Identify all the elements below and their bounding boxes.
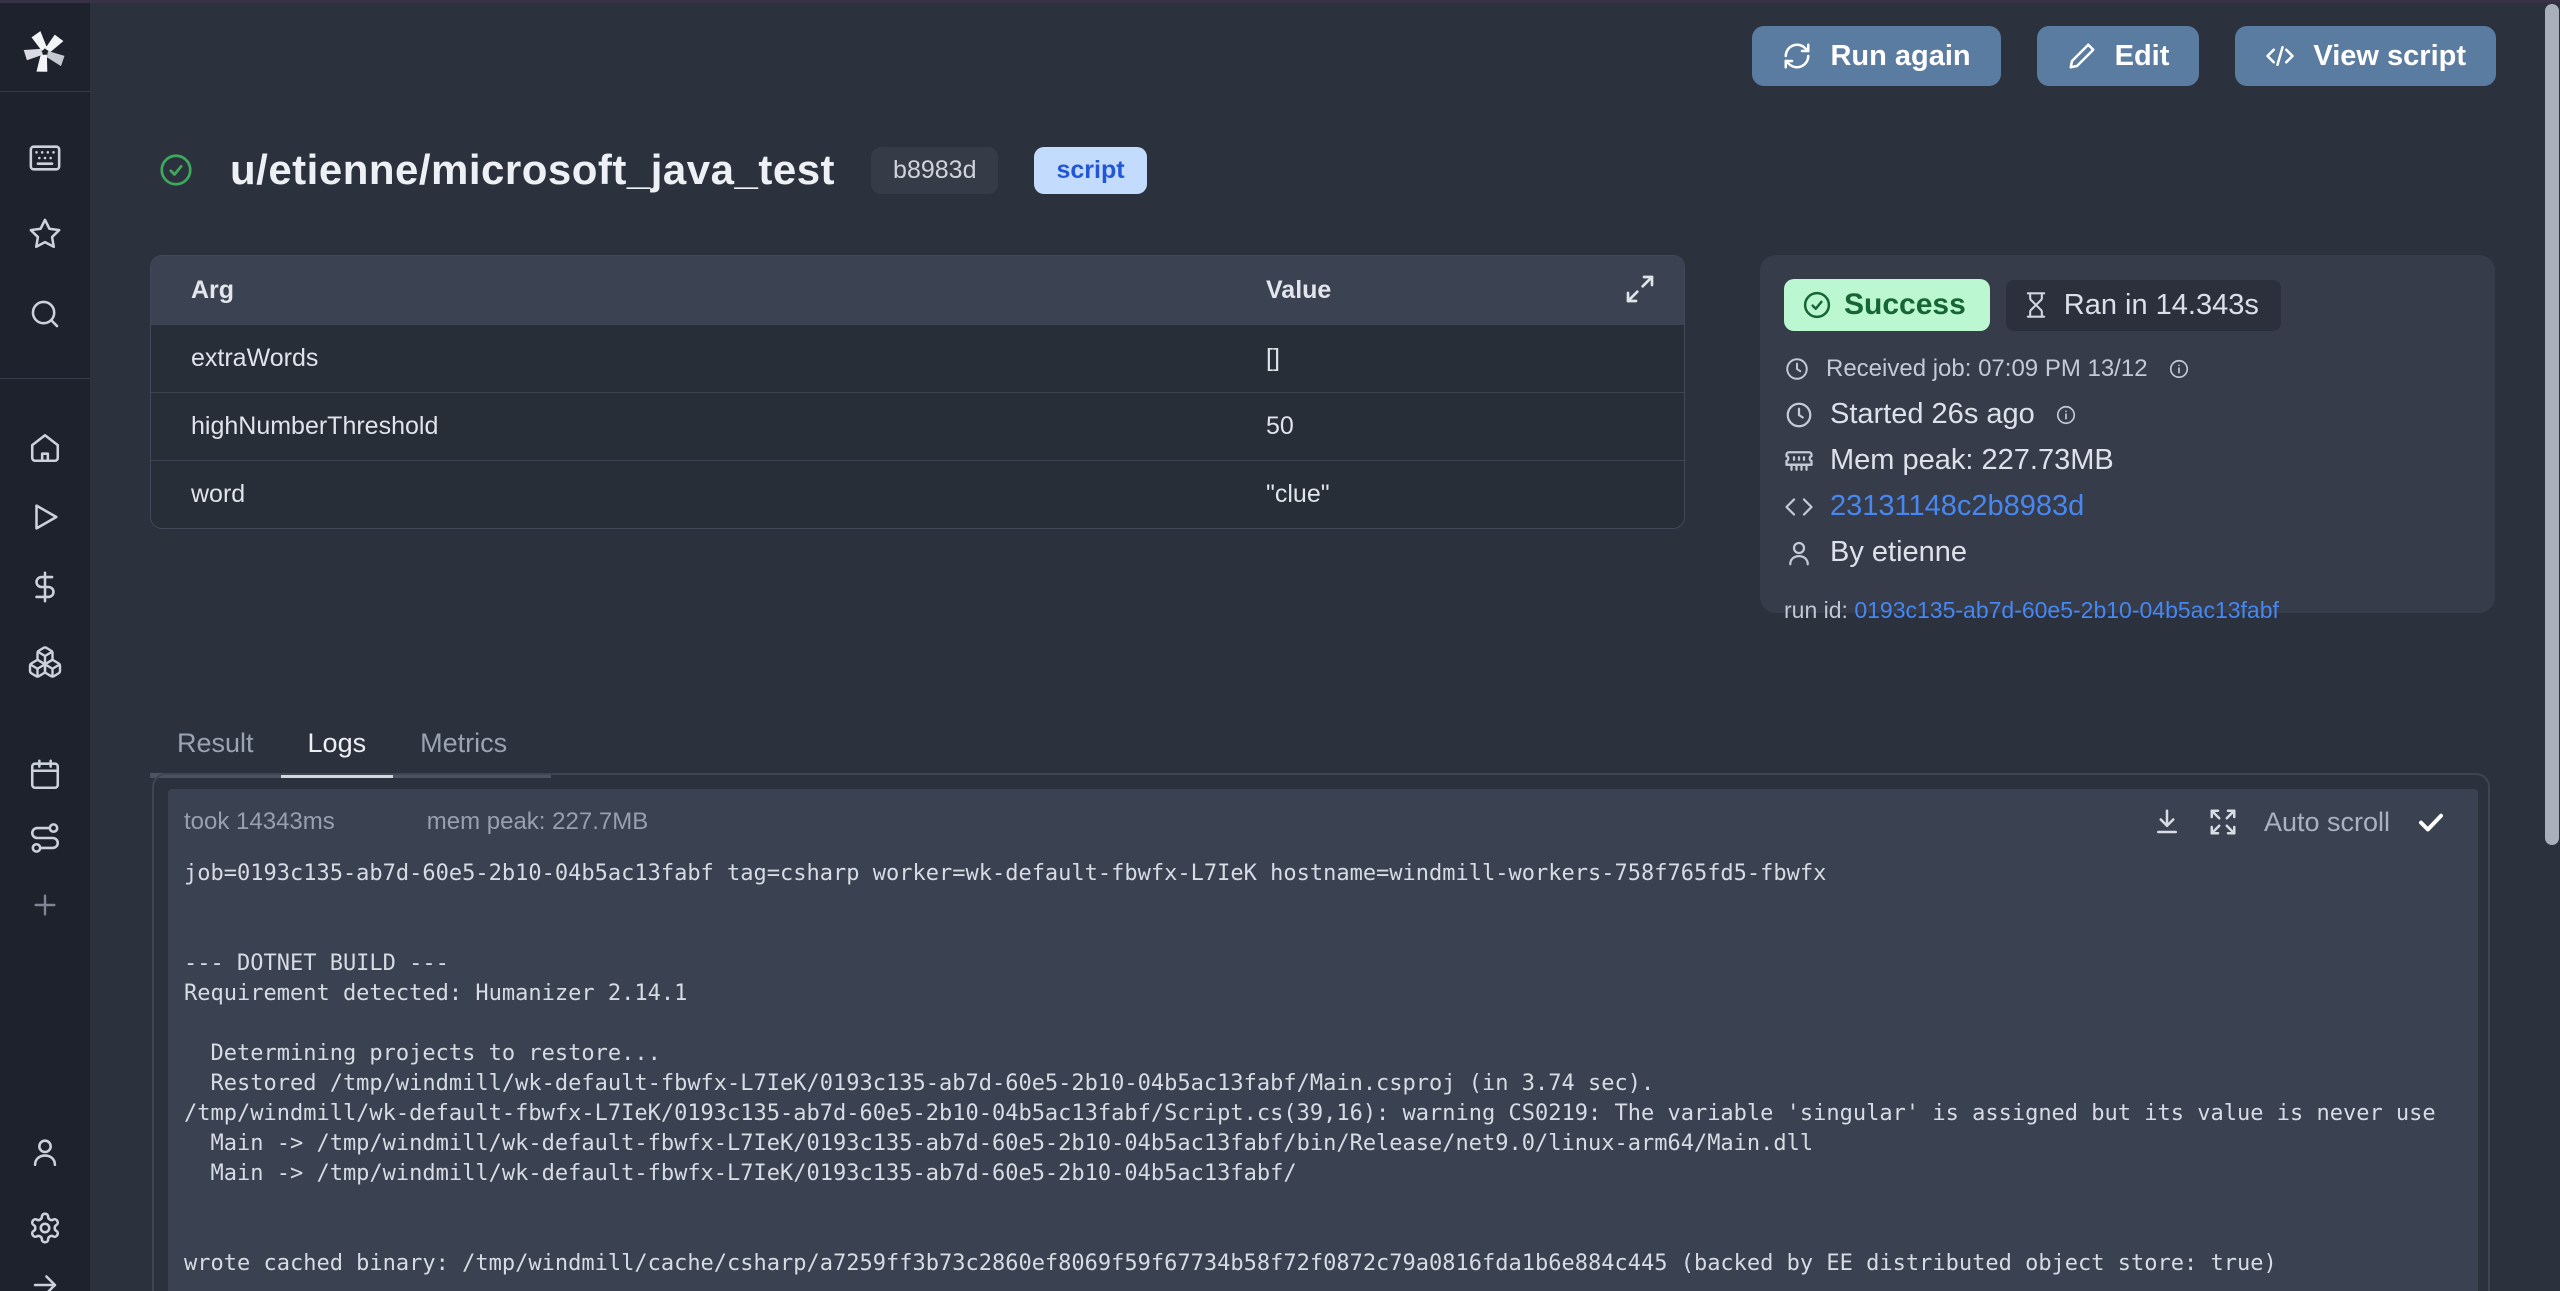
edit-button[interactable]: Edit (2037, 26, 2200, 86)
log-line: job=0193c135-ab7d-60e5-2b10-04b5ac13fabf… (184, 859, 2478, 889)
page-title: u/etienne/microsoft_java_test (230, 146, 835, 194)
arg-name: extraWords (151, 344, 1266, 373)
user-icon[interactable] (28, 1135, 62, 1169)
status-label: Success (1844, 288, 1966, 322)
tab-metrics[interactable]: Metrics (393, 718, 551, 778)
arrow-right-icon[interactable] (28, 1268, 62, 1291)
memory-icon (1784, 446, 1814, 476)
log-line: /tmp/windmill/wk-default-fbwfx-L7IeK/019… (184, 1099, 2478, 1129)
refresh-icon (1782, 41, 1812, 71)
home-icon[interactable] (28, 431, 62, 465)
log-line: Main -> /tmp/windmill/wk-default-fbwfx-L… (184, 1159, 2478, 1189)
sidebar-divider (0, 378, 90, 379)
table-row: extraWords [] (151, 324, 1684, 392)
log-line: wrote cached binary: /tmp/windmill/cache… (184, 1249, 2478, 1279)
windmill-logo[interactable] (19, 26, 71, 78)
arg-value: [] (1266, 344, 1684, 373)
duration-label: Ran in 14.343s (2064, 289, 2259, 322)
logs-container: took 14343ms mem peak: 227.7MB Auto scro… (152, 773, 2490, 1291)
arg-name: word (151, 480, 1266, 509)
header-actions: Run again Edit View script (1752, 26, 2496, 86)
search-icon[interactable] (28, 297, 62, 331)
log-line: --- DOTNET BUILD --- (184, 949, 2478, 979)
arg-value: 50 (1266, 412, 1684, 441)
log-line (184, 889, 2478, 919)
clock-icon (1784, 356, 1810, 382)
plus-icon[interactable] (29, 889, 61, 921)
keyboard-icon[interactable] (28, 141, 62, 175)
log-line: Requirement detected: Humanizer 2.14.1 (184, 979, 2478, 1009)
log-output: job=0193c135-ab7d-60e5-2b10-04b5ac13fabf… (184, 859, 2478, 1279)
checkmark-icon[interactable] (2416, 807, 2446, 837)
table-row: word "clue" (151, 460, 1684, 528)
log-line: Determining projects to restore... (184, 1039, 2478, 1069)
window-top-accent (0, 0, 2560, 3)
page-scrollbar[interactable] (2545, 4, 2559, 845)
log-line: Restored /tmp/windmill/wk-default-fbwfx-… (184, 1069, 2478, 1099)
col-header-arg: Arg (151, 276, 1266, 305)
logs-header: took 14343ms mem peak: 227.7MB Auto scro… (184, 803, 2478, 841)
run-again-button[interactable]: Run again (1752, 26, 2000, 86)
tab-result[interactable]: Result (150, 718, 281, 778)
received-job-label: Received job: 07:09 PM 13/12 (1826, 355, 2148, 383)
code-icon (1784, 492, 1814, 522)
log-line (184, 1219, 2478, 1249)
script-hash-link[interactable]: 23131148c2b8983d (1830, 490, 2084, 523)
took-label: took 14343ms (184, 808, 335, 836)
view-script-label: View script (2313, 40, 2466, 73)
auto-scroll-label[interactable]: Auto scroll (2264, 807, 2390, 838)
download-icon[interactable] (2152, 807, 2182, 837)
star-icon[interactable] (28, 217, 62, 251)
run-again-label: Run again (1830, 40, 1970, 73)
run-id-label: run id: (1784, 597, 1854, 623)
status-panel: Success Ran in 14.343s Received job: 07:… (1760, 255, 2495, 613)
info-icon[interactable] (2055, 404, 2077, 426)
gear-icon[interactable] (28, 1211, 62, 1245)
args-table-header: Arg Value (151, 256, 1684, 324)
pencil-icon (2067, 41, 2097, 71)
user-icon (1784, 538, 1814, 568)
mem-peak-label: Mem peak: 227.73MB (1830, 444, 2114, 477)
success-check-icon (158, 152, 194, 188)
log-line (184, 1009, 2478, 1039)
result-tabs: Result Logs Metrics (150, 718, 551, 778)
mem-peak-small-label: mem peak: 227.7MB (427, 808, 648, 836)
log-line (184, 1189, 2478, 1219)
created-by-label: By etienne (1830, 536, 1967, 569)
dollar-icon[interactable] (28, 570, 62, 604)
expand-logs-icon[interactable] (2208, 807, 2238, 837)
tab-logs[interactable]: Logs (281, 718, 394, 778)
col-header-value: Value (1266, 276, 1684, 305)
clock-icon (1784, 400, 1814, 430)
status-badge: Success (1784, 279, 1990, 331)
log-line: Main -> /tmp/windmill/wk-default-fbwfx-L… (184, 1129, 2478, 1159)
boxes-icon[interactable] (27, 644, 63, 680)
run-id-link[interactable]: 0193c135-ab7d-60e5-2b10-04b5ac13fabf (1854, 597, 2279, 623)
sidebar-divider (0, 91, 90, 92)
view-script-button[interactable]: View script (2235, 26, 2496, 86)
play-icon[interactable] (28, 500, 62, 534)
check-circle-icon (1802, 290, 1832, 320)
route-icon[interactable] (28, 821, 62, 855)
hourglass-icon (2022, 291, 2050, 319)
arg-name: highNumberThreshold (151, 412, 1266, 441)
info-icon[interactable] (2168, 358, 2190, 380)
code-icon (2265, 41, 2295, 71)
sidebar (0, 0, 90, 1291)
edit-label: Edit (2115, 40, 2170, 73)
log-line (184, 919, 2478, 949)
title-row: u/etienne/microsoft_java_test b8983d scr… (158, 146, 1147, 194)
args-table: Arg Value extraWords [] highNumberThresh… (150, 255, 1685, 529)
started-label: Started 26s ago (1830, 398, 2035, 431)
logs-panel: took 14343ms mem peak: 227.7MB Auto scro… (168, 789, 2478, 1291)
expand-table-icon[interactable] (1624, 273, 1656, 305)
kind-badge: script (1034, 147, 1146, 194)
duration-chip: Ran in 14.343s (2006, 280, 2281, 331)
calendar-icon[interactable] (28, 758, 62, 792)
version-hash-badge[interactable]: b8983d (871, 147, 998, 194)
arg-value: "clue" (1266, 480, 1684, 509)
table-row: highNumberThreshold 50 (151, 392, 1684, 460)
